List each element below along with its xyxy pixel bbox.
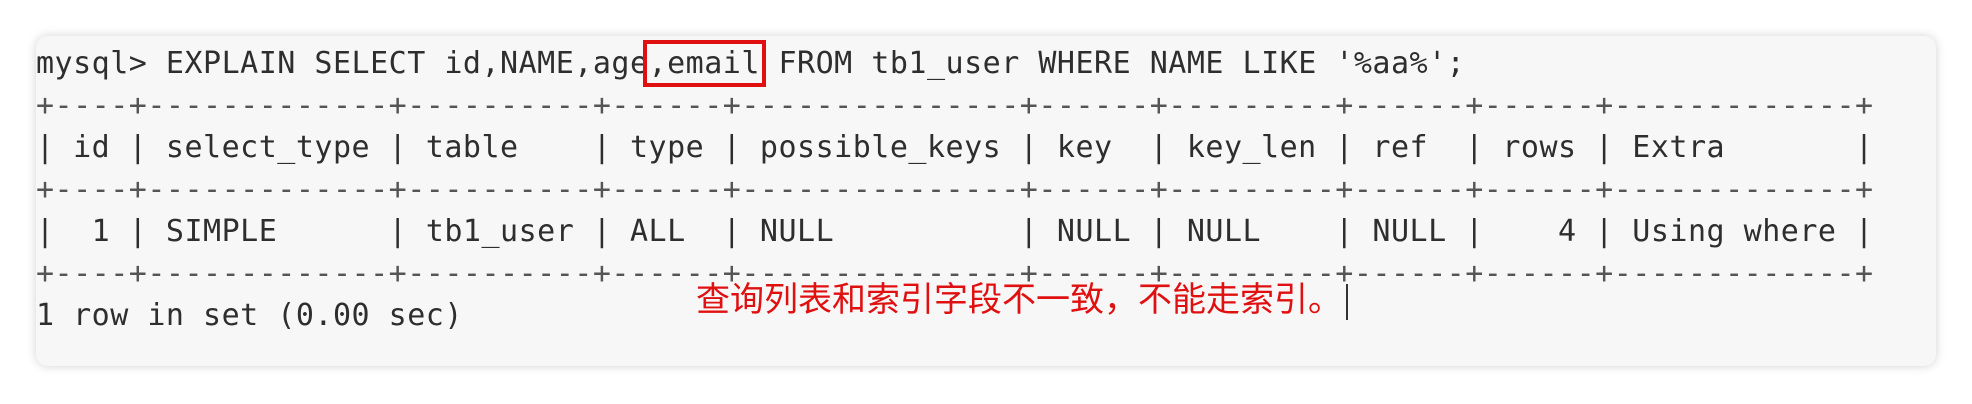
email-column-highlight: ,email (642, 40, 766, 87)
table-row: | 1 | SIMPLE | tb1_user | ALL | NULL | N… (36, 214, 1874, 249)
table-border-middle: +----+-------------+----------+------+--… (36, 172, 1874, 207)
text-cursor (1346, 283, 1348, 320)
table-header-row: | id | select_type | table | type | poss… (36, 130, 1874, 165)
table-border-top: +----+-------------+----------+------+--… (36, 88, 1874, 123)
red-annotation: 查询列表和索引字段不一致，不能走索引。 (696, 276, 1348, 324)
screenshot-canvas: mysql> EXPLAIN SELECT id,NAME,age,email … (0, 0, 1972, 404)
command-suffix: FROM tb1_user WHERE NAME LIKE '%aa%'; (759, 46, 1466, 81)
sql-command-line: mysql> EXPLAIN SELECT id,NAME,age,email … (36, 40, 1466, 87)
result-footer: 1 row in set (0.00 sec) (36, 298, 463, 333)
command-prefix: mysql> EXPLAIN SELECT id,NAME,age (36, 46, 649, 81)
annotation-text: 查询列表和索引字段不一致，不能走索引。 (696, 280, 1342, 320)
mysql-terminal-window[interactable]: mysql> EXPLAIN SELECT id,NAME,age,email … (36, 36, 1936, 366)
